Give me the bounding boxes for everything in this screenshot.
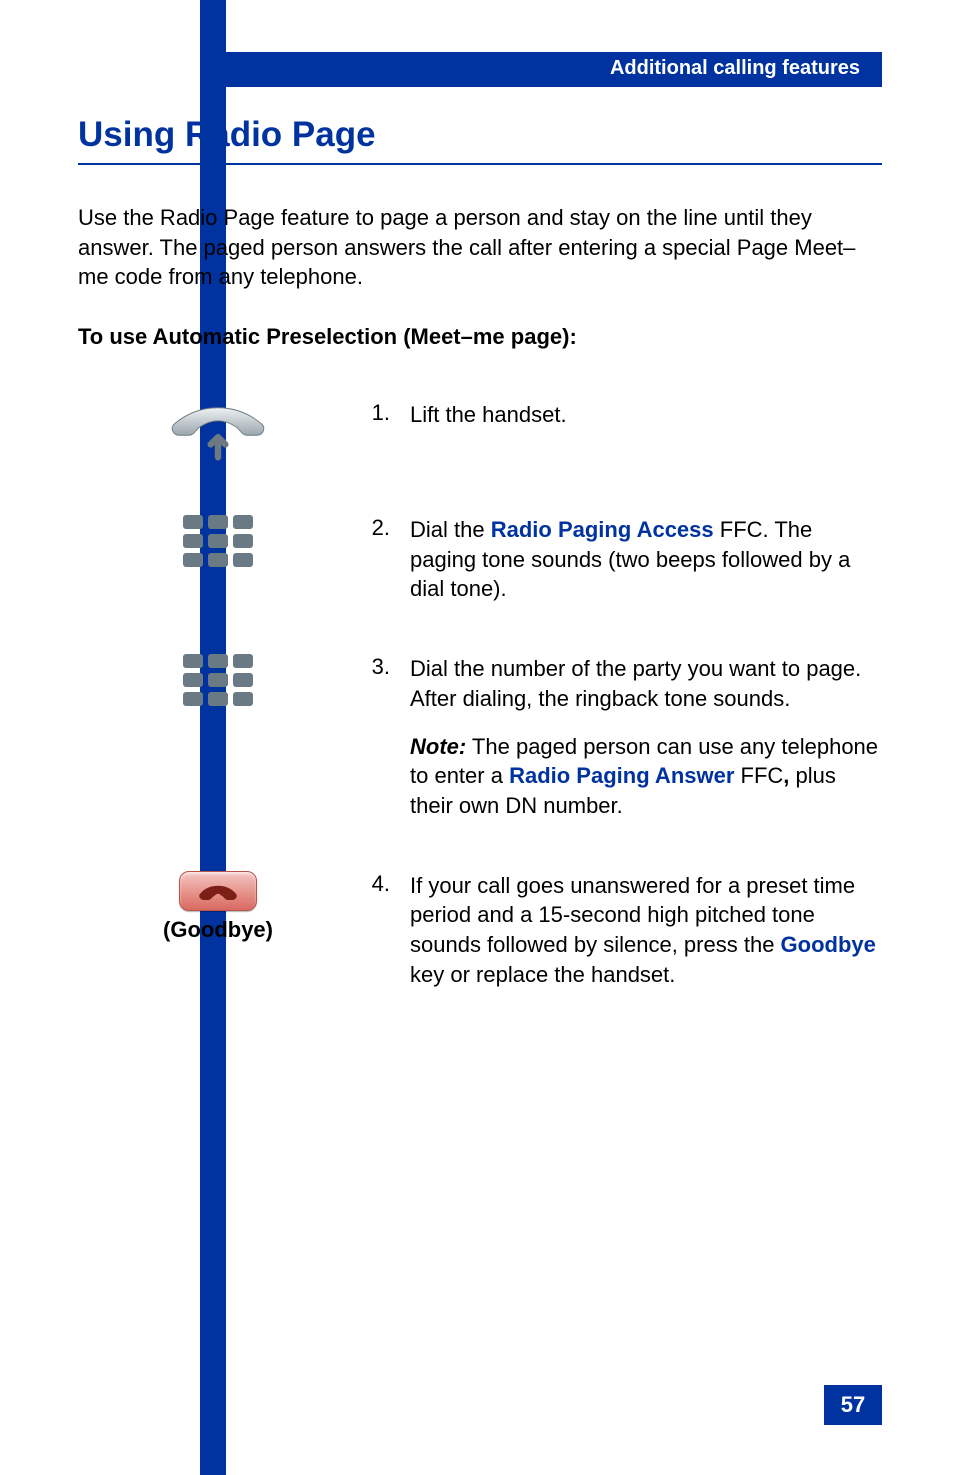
step-icon-column bbox=[78, 400, 358, 465]
procedure-subhead: To use Automatic Preselection (Meet–me p… bbox=[78, 324, 882, 350]
step-row: 1. Lift the handset. bbox=[78, 400, 882, 465]
text-segment: Radio Paging Answer bbox=[509, 763, 734, 788]
keypad-icon bbox=[183, 654, 253, 706]
step-icon-column bbox=[78, 654, 358, 820]
step-number: 4. bbox=[358, 871, 396, 990]
text-segment: Dial the number of the party you want to… bbox=[410, 656, 861, 711]
text-segment: Goodbye bbox=[781, 932, 876, 957]
steps-list: 1.Lift the handset.2.Dial the Radio Pagi… bbox=[78, 400, 882, 989]
step-text: Dial the number of the party you want to… bbox=[396, 654, 882, 820]
text-segment: key or replace the handset. bbox=[410, 962, 675, 987]
handset-lift-icon bbox=[163, 400, 273, 465]
intro-paragraph: Use the Radio Page feature to page a per… bbox=[78, 203, 882, 292]
step-text: Dial the Radio Paging Access FFC. The pa… bbox=[396, 515, 882, 604]
goodbye-button-icon-shape bbox=[179, 871, 257, 911]
keypad-icon-grid bbox=[183, 654, 253, 706]
step-text: Lift the handset. bbox=[396, 400, 882, 465]
text-segment: Note: bbox=[410, 734, 466, 759]
handset-lift-icon-svg bbox=[163, 400, 273, 465]
icon-caption: (Goodbye) bbox=[163, 917, 273, 943]
header-section-title: Additional calling features bbox=[610, 57, 860, 80]
text-segment: Radio Paging Access bbox=[491, 517, 714, 542]
text-segment: FFC bbox=[734, 763, 783, 788]
keypad-icon bbox=[183, 515, 253, 567]
page-number: 57 bbox=[824, 1385, 882, 1425]
step-number: 3. bbox=[358, 654, 396, 820]
step-row: 3. Dial the number of the party you want … bbox=[78, 654, 882, 820]
step-note: Note: The paged person can use any telep… bbox=[410, 732, 882, 821]
page-title: Using Radio Page bbox=[78, 115, 882, 155]
text-segment: Dial the bbox=[410, 517, 491, 542]
page-content: Using Radio Page Use the Radio Page feat… bbox=[78, 115, 882, 1039]
step-number: 2. bbox=[358, 515, 396, 604]
title-rule bbox=[78, 163, 882, 165]
step-number: 1. bbox=[358, 400, 396, 465]
goodbye-button-icon: (Goodbye) bbox=[163, 871, 273, 943]
step-row: (Goodbye) 4.If your call goes unanswered … bbox=[78, 871, 882, 990]
step-icon-column: (Goodbye) bbox=[78, 871, 358, 990]
step-text: If your call goes unanswered for a prese… bbox=[396, 871, 882, 990]
step-icon-column bbox=[78, 515, 358, 604]
keypad-icon-grid bbox=[183, 515, 253, 567]
text-segment: Lift the handset. bbox=[410, 402, 567, 427]
step-row: 2.Dial the Radio Paging Access FFC. The … bbox=[78, 515, 882, 604]
